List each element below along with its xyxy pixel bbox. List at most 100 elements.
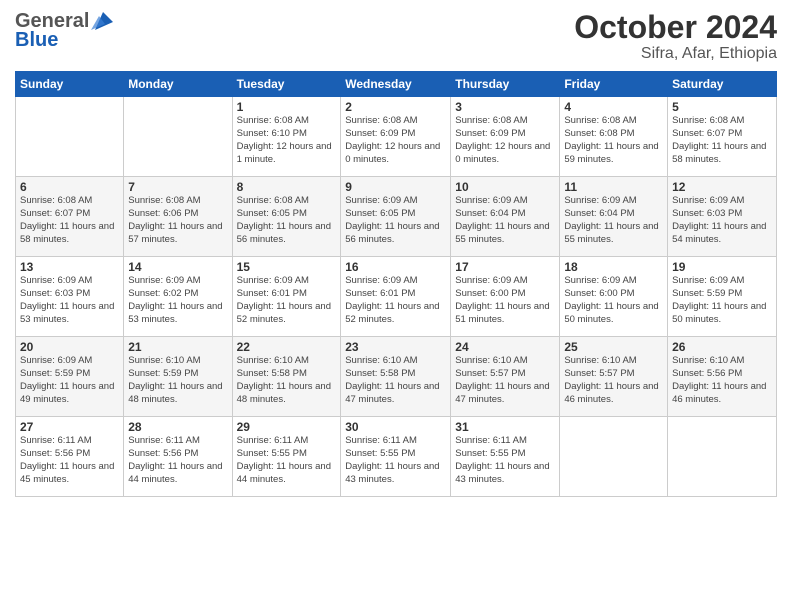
weekday-header-friday: Friday bbox=[560, 72, 668, 97]
day-info: Sunrise: 6:08 AMSunset: 6:09 PMDaylight:… bbox=[345, 115, 446, 166]
day-number: 6 bbox=[20, 180, 119, 194]
day-cell: 13Sunrise: 6:09 AMSunset: 6:03 PMDayligh… bbox=[16, 257, 124, 337]
day-cell: 6Sunrise: 6:08 AMSunset: 6:07 PMDaylight… bbox=[16, 177, 124, 257]
day-info: Sunrise: 6:09 AMSunset: 5:59 PMDaylight:… bbox=[672, 275, 772, 326]
week-row-1: 1Sunrise: 6:08 AMSunset: 6:10 PMDaylight… bbox=[16, 97, 777, 177]
day-number: 5 bbox=[672, 100, 772, 114]
day-info: Sunrise: 6:11 AMSunset: 5:55 PMDaylight:… bbox=[345, 435, 446, 486]
day-info: Sunrise: 6:10 AMSunset: 5:59 PMDaylight:… bbox=[128, 355, 227, 406]
day-cell: 17Sunrise: 6:09 AMSunset: 6:00 PMDayligh… bbox=[451, 257, 560, 337]
day-info: Sunrise: 6:08 AMSunset: 6:06 PMDaylight:… bbox=[128, 195, 227, 246]
day-number: 31 bbox=[455, 420, 555, 434]
day-number: 4 bbox=[564, 100, 663, 114]
week-row-4: 20Sunrise: 6:09 AMSunset: 5:59 PMDayligh… bbox=[16, 337, 777, 417]
day-cell: 16Sunrise: 6:09 AMSunset: 6:01 PMDayligh… bbox=[341, 257, 451, 337]
day-number: 15 bbox=[237, 260, 337, 274]
logo: General Blue bbox=[15, 10, 113, 52]
day-cell: 8Sunrise: 6:08 AMSunset: 6:05 PMDaylight… bbox=[232, 177, 341, 257]
day-number: 30 bbox=[345, 420, 446, 434]
day-cell: 11Sunrise: 6:09 AMSunset: 6:04 PMDayligh… bbox=[560, 177, 668, 257]
day-number: 26 bbox=[672, 340, 772, 354]
day-cell: 24Sunrise: 6:10 AMSunset: 5:57 PMDayligh… bbox=[451, 337, 560, 417]
day-cell: 28Sunrise: 6:11 AMSunset: 5:56 PMDayligh… bbox=[124, 417, 232, 497]
day-info: Sunrise: 6:08 AMSunset: 6:10 PMDaylight:… bbox=[237, 115, 337, 166]
day-info: Sunrise: 6:09 AMSunset: 6:03 PMDaylight:… bbox=[20, 275, 119, 326]
day-number: 22 bbox=[237, 340, 337, 354]
day-number: 16 bbox=[345, 260, 446, 274]
day-info: Sunrise: 6:11 AMSunset: 5:56 PMDaylight:… bbox=[128, 435, 227, 486]
day-number: 19 bbox=[672, 260, 772, 274]
day-cell: 9Sunrise: 6:09 AMSunset: 6:05 PMDaylight… bbox=[341, 177, 451, 257]
day-number: 12 bbox=[672, 180, 772, 194]
month-title: October 2024 bbox=[574, 10, 777, 45]
weekday-header-tuesday: Tuesday bbox=[232, 72, 341, 97]
title-section: October 2024 Sifra, Afar, Ethiopia bbox=[574, 10, 777, 63]
day-number: 8 bbox=[237, 180, 337, 194]
day-number: 25 bbox=[564, 340, 663, 354]
day-info: Sunrise: 6:10 AMSunset: 5:57 PMDaylight:… bbox=[564, 355, 663, 406]
day-cell: 29Sunrise: 6:11 AMSunset: 5:55 PMDayligh… bbox=[232, 417, 341, 497]
day-number: 3 bbox=[455, 100, 555, 114]
day-cell: 21Sunrise: 6:10 AMSunset: 5:59 PMDayligh… bbox=[124, 337, 232, 417]
day-cell: 12Sunrise: 6:09 AMSunset: 6:03 PMDayligh… bbox=[668, 177, 777, 257]
day-number: 29 bbox=[237, 420, 337, 434]
day-info: Sunrise: 6:10 AMSunset: 5:58 PMDaylight:… bbox=[237, 355, 337, 406]
day-cell bbox=[124, 97, 232, 177]
day-cell: 3Sunrise: 6:08 AMSunset: 6:09 PMDaylight… bbox=[451, 97, 560, 177]
day-cell: 18Sunrise: 6:09 AMSunset: 6:00 PMDayligh… bbox=[560, 257, 668, 337]
day-cell: 23Sunrise: 6:10 AMSunset: 5:58 PMDayligh… bbox=[341, 337, 451, 417]
day-cell: 15Sunrise: 6:09 AMSunset: 6:01 PMDayligh… bbox=[232, 257, 341, 337]
day-cell bbox=[16, 97, 124, 177]
weekday-header-thursday: Thursday bbox=[451, 72, 560, 97]
day-info: Sunrise: 6:10 AMSunset: 5:58 PMDaylight:… bbox=[345, 355, 446, 406]
day-info: Sunrise: 6:11 AMSunset: 5:56 PMDaylight:… bbox=[20, 435, 119, 486]
day-cell: 25Sunrise: 6:10 AMSunset: 5:57 PMDayligh… bbox=[560, 337, 668, 417]
day-info: Sunrise: 6:09 AMSunset: 6:04 PMDaylight:… bbox=[455, 195, 555, 246]
day-info: Sunrise: 6:10 AMSunset: 5:57 PMDaylight:… bbox=[455, 355, 555, 406]
day-cell bbox=[668, 417, 777, 497]
day-number: 9 bbox=[345, 180, 446, 194]
day-number: 17 bbox=[455, 260, 555, 274]
day-cell: 27Sunrise: 6:11 AMSunset: 5:56 PMDayligh… bbox=[16, 417, 124, 497]
day-number: 7 bbox=[128, 180, 227, 194]
weekday-header-saturday: Saturday bbox=[668, 72, 777, 97]
day-info: Sunrise: 6:08 AMSunset: 6:07 PMDaylight:… bbox=[672, 115, 772, 166]
day-cell: 7Sunrise: 6:08 AMSunset: 6:06 PMDaylight… bbox=[124, 177, 232, 257]
day-cell: 14Sunrise: 6:09 AMSunset: 6:02 PMDayligh… bbox=[124, 257, 232, 337]
logo-icon bbox=[91, 12, 113, 30]
week-row-3: 13Sunrise: 6:09 AMSunset: 6:03 PMDayligh… bbox=[16, 257, 777, 337]
day-number: 20 bbox=[20, 340, 119, 354]
day-info: Sunrise: 6:08 AMSunset: 6:05 PMDaylight:… bbox=[237, 195, 337, 246]
day-cell: 22Sunrise: 6:10 AMSunset: 5:58 PMDayligh… bbox=[232, 337, 341, 417]
day-number: 1 bbox=[237, 100, 337, 114]
day-info: Sunrise: 6:09 AMSunset: 6:01 PMDaylight:… bbox=[345, 275, 446, 326]
weekday-header-row: SundayMondayTuesdayWednesdayThursdayFrid… bbox=[16, 72, 777, 97]
week-row-5: 27Sunrise: 6:11 AMSunset: 5:56 PMDayligh… bbox=[16, 417, 777, 497]
day-cell: 31Sunrise: 6:11 AMSunset: 5:55 PMDayligh… bbox=[451, 417, 560, 497]
day-cell: 5Sunrise: 6:08 AMSunset: 6:07 PMDaylight… bbox=[668, 97, 777, 177]
day-info: Sunrise: 6:09 AMSunset: 5:59 PMDaylight:… bbox=[20, 355, 119, 406]
day-number: 21 bbox=[128, 340, 227, 354]
day-number: 14 bbox=[128, 260, 227, 274]
day-info: Sunrise: 6:09 AMSunset: 6:01 PMDaylight:… bbox=[237, 275, 337, 326]
logo-blue: Blue bbox=[15, 29, 58, 52]
day-number: 27 bbox=[20, 420, 119, 434]
day-cell: 2Sunrise: 6:08 AMSunset: 6:09 PMDaylight… bbox=[341, 97, 451, 177]
day-info: Sunrise: 6:09 AMSunset: 6:00 PMDaylight:… bbox=[455, 275, 555, 326]
day-info: Sunrise: 6:08 AMSunset: 6:08 PMDaylight:… bbox=[564, 115, 663, 166]
page: General Blue October 2024 Sifra, Afar, E… bbox=[0, 0, 792, 612]
day-cell: 26Sunrise: 6:10 AMSunset: 5:56 PMDayligh… bbox=[668, 337, 777, 417]
day-number: 13 bbox=[20, 260, 119, 274]
calendar: SundayMondayTuesdayWednesdayThursdayFrid… bbox=[15, 71, 777, 497]
week-row-2: 6Sunrise: 6:08 AMSunset: 6:07 PMDaylight… bbox=[16, 177, 777, 257]
day-info: Sunrise: 6:11 AMSunset: 5:55 PMDaylight:… bbox=[455, 435, 555, 486]
location-title: Sifra, Afar, Ethiopia bbox=[574, 45, 777, 63]
day-cell: 19Sunrise: 6:09 AMSunset: 5:59 PMDayligh… bbox=[668, 257, 777, 337]
day-number: 18 bbox=[564, 260, 663, 274]
weekday-header-sunday: Sunday bbox=[16, 72, 124, 97]
day-info: Sunrise: 6:10 AMSunset: 5:56 PMDaylight:… bbox=[672, 355, 772, 406]
day-number: 2 bbox=[345, 100, 446, 114]
day-info: Sunrise: 6:08 AMSunset: 6:07 PMDaylight:… bbox=[20, 195, 119, 246]
day-cell: 30Sunrise: 6:11 AMSunset: 5:55 PMDayligh… bbox=[341, 417, 451, 497]
day-info: Sunrise: 6:09 AMSunset: 6:02 PMDaylight:… bbox=[128, 275, 227, 326]
